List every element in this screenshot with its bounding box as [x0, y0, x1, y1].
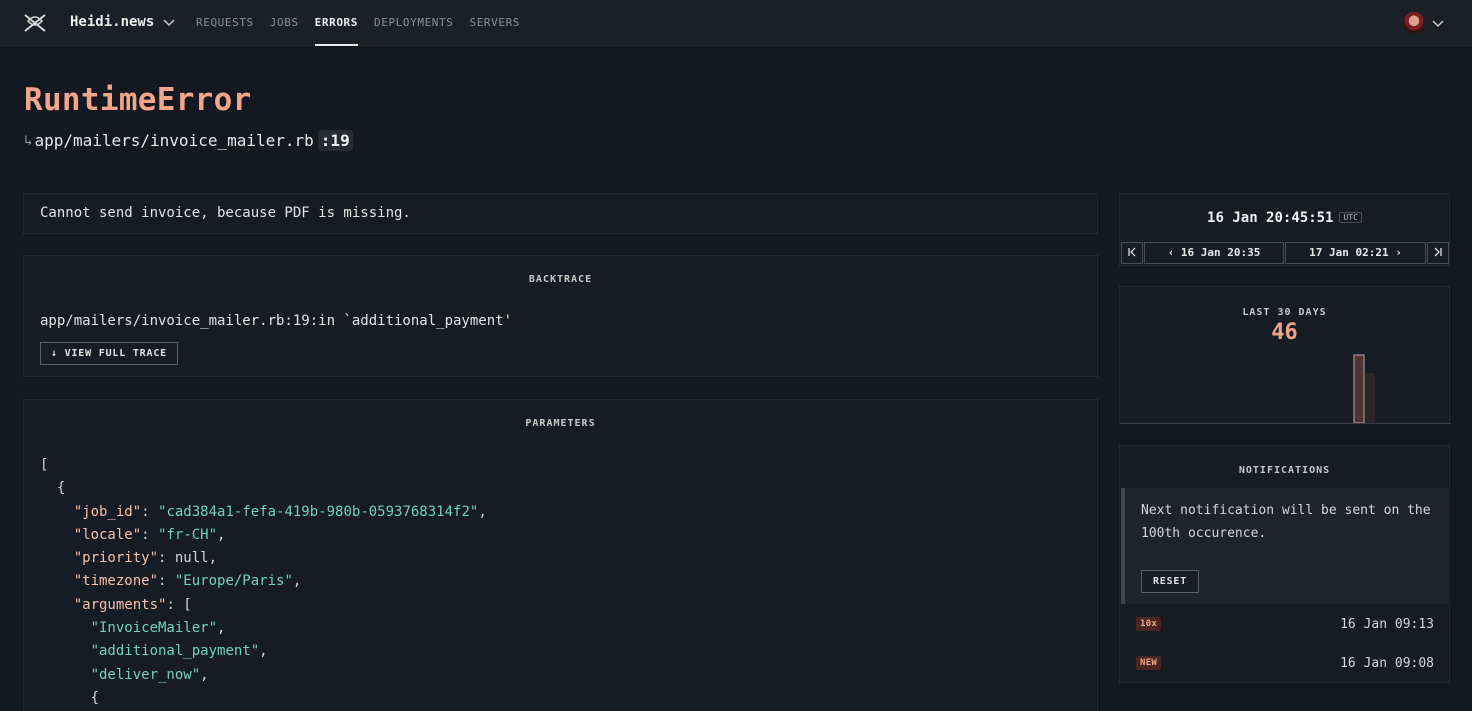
- chevron-down-icon[interactable]: [162, 15, 176, 29]
- occurrence-sparkline: [1120, 354, 1451, 424]
- last-icon: [1434, 247, 1442, 257]
- nav-servers[interactable]: SERVERS: [469, 0, 520, 46]
- notification-history-row: 10x 16 Jan 09:13: [1136, 614, 1434, 634]
- param-argument: "deliver_now": [90, 666, 201, 683]
- notification-time: 16 Jan 09:08: [1340, 655, 1434, 671]
- notifications-title: NOTIFICATIONS: [1238, 465, 1331, 476]
- sparkline-bar: [1365, 373, 1375, 423]
- parameters-title: PARAMETERS: [525, 418, 596, 429]
- stats-panel: LAST 30 DAYS 46: [1119, 286, 1451, 424]
- next-occurrence-button[interactable]: 17 Jan 02:21 ›: [1285, 242, 1426, 264]
- occurrence-panel: 16 Jan 20:45:51 UTC ‹ 16 Jan 20:35 17 Jan…: [1119, 193, 1450, 266]
- param-argument: "InvoiceMailer": [90, 620, 218, 637]
- param-timezone: "Europe/Paris": [174, 573, 293, 590]
- nav-jobs[interactable]: JOBS: [270, 0, 299, 46]
- nav-requests[interactable]: REQUESTS: [196, 0, 254, 46]
- first-occurrence-button[interactable]: [1121, 242, 1143, 264]
- notification-time: 16 Jan 09:13: [1340, 616, 1434, 632]
- timezone-badge: UTC: [1339, 212, 1362, 223]
- param-job-id: "cad384a1-fefa-419b-980b-0593768314f2": [158, 503, 479, 520]
- last-occurrence-button[interactable]: [1427, 242, 1449, 264]
- nav-errors[interactable]: ERRORS: [314, 0, 359, 46]
- view-full-trace-button[interactable]: ↓ VIEW FULL TRACE: [40, 342, 178, 365]
- logo-icon[interactable]: [22, 11, 48, 35]
- error-title: RuntimeError: [24, 82, 252, 118]
- notification-history-row: NEW 16 Jan 09:08: [1136, 653, 1434, 673]
- param-priority: null: [174, 550, 209, 567]
- parameters-json: [ { "job_id": "cad384a1-fefa-419b-980b-0…: [40, 457, 487, 706]
- occurrence-timestamp: 16 Jan 20:45:51: [1207, 210, 1334, 226]
- error-file: app/mailers/invoice_mailer.rb: [34, 131, 314, 150]
- occurrence-time: 16 Jan 20:45:51 UTC: [1120, 210, 1449, 226]
- parameters-panel: PARAMETERS [ { "job_id": "cad384a1-fefa-…: [23, 399, 1098, 711]
- error-message-panel: Cannot send invoice, because PDF is miss…: [23, 193, 1098, 234]
- sparkline-bar-peak: [1353, 354, 1365, 424]
- project-name[interactable]: Heidi.news: [70, 14, 154, 30]
- return-arrow-icon: ↳: [24, 132, 33, 149]
- error-message: Cannot send invoice, because PDF is miss…: [40, 205, 411, 221]
- first-icon: [1128, 247, 1136, 257]
- notifications-panel: NOTIFICATIONS Next notification will be …: [1119, 445, 1450, 683]
- param-locale: "fr-CH": [158, 526, 218, 543]
- top-nav-bar: Heidi.news REQUESTS JOBS ERRORS DEPLOYME…: [0, 0, 1472, 46]
- chevron-down-icon[interactable]: [1431, 16, 1445, 30]
- notification-info-box: Next notification will be sent on the 10…: [1121, 488, 1450, 604]
- notification-badge: NEW: [1136, 656, 1162, 670]
- avatar[interactable]: [1403, 12, 1425, 34]
- notification-text: Next notification will be sent on the 10…: [1141, 503, 1431, 541]
- backtrace-line: app/mailers/invoice_mailer.rb:19:in `add…: [40, 313, 513, 329]
- notification-badge: 10x: [1136, 617, 1162, 631]
- backtrace-title: BACKTRACE: [528, 274, 593, 285]
- param-argument: "additional_payment": [90, 643, 260, 660]
- previous-occurrence-button[interactable]: ‹ 16 Jan 20:35: [1144, 242, 1284, 264]
- error-line-number: :19: [317, 130, 353, 151]
- nav-deployments[interactable]: DEPLOYMENTS: [374, 0, 453, 46]
- backtrace-panel: BACKTRACE app/mailers/invoice_mailer.rb:…: [23, 255, 1098, 377]
- error-location: ↳ app/mailers/invoice_mailer.rb :19: [24, 130, 353, 151]
- main-nav: REQUESTS JOBS ERRORS DEPLOYMENTS SERVERS: [196, 0, 536, 46]
- reset-button[interactable]: RESET: [1141, 570, 1199, 593]
